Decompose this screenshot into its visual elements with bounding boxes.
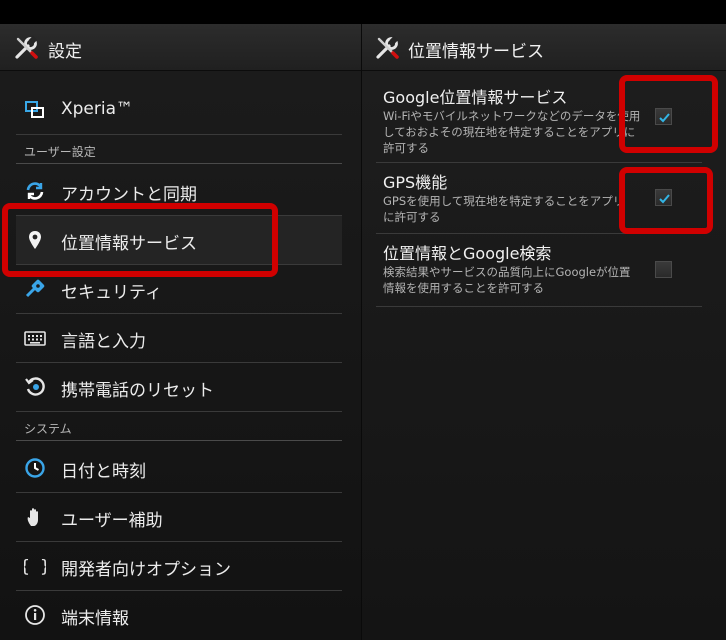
settings-item-label: 日付と時刻 (61, 462, 146, 482)
status-bar (0, 0, 726, 24)
section-divider (16, 440, 342, 441)
svg-text:{ }: { } (24, 557, 46, 577)
settings-item-phone-reset[interactable]: 携帯電話のリセット (16, 363, 342, 412)
info-icon (24, 604, 46, 626)
annotation-highlight-box (619, 75, 718, 153)
pref-title: 位置情報とGoogle検索 (383, 244, 552, 263)
braces-icon: { } (20, 555, 51, 577)
hand-icon (24, 506, 46, 528)
settings-item-label: アカウントと同期 (61, 185, 197, 205)
settings-item-label: 携帯電話のリセット (61, 381, 214, 401)
pref-summary: 検索結果やサービスの品質向上にGoogleが位置情報を使用することを許可する (383, 265, 631, 295)
pref-summary: GPSを使用して現在地を特定することをアプリに許可する (383, 194, 625, 224)
settings-list-pane: 設定 Xperia™ ユーザー設定 アカウントと同期 位置情報サービス セキュリ… (0, 24, 362, 640)
annotation-highlight-box (619, 167, 713, 234)
clock-icon (24, 457, 46, 479)
settings-item-about-phone[interactable]: 端末情報 (16, 591, 342, 639)
wrench-icon[interactable] (374, 35, 400, 61)
settings-item-xperia[interactable]: Xperia™ (16, 86, 342, 135)
section-divider (16, 163, 342, 164)
location-services-title: 位置情報サービス (408, 42, 544, 62)
pref-title: GPS機能 (383, 173, 448, 192)
section-header-user-settings: ユーザー設定 (24, 145, 96, 159)
reset-icon (24, 376, 46, 398)
annotation-highlight-box (2, 203, 278, 277)
settings-item-label: 端末情報 (61, 609, 129, 629)
settings-screen: 設定 Xperia™ ユーザー設定 アカウントと同期 位置情報サービス セキュリ… (0, 0, 726, 640)
keyboard-icon (24, 327, 46, 349)
settings-item-developer-options[interactable]: { } 開発者向けオプション (16, 542, 342, 591)
pref-summary: Wi-Fiやモバイルネットワークなどのデータを使用しておおよその現在地を特定する… (383, 109, 641, 155)
location-action-bar: 位置情報サービス (362, 24, 726, 71)
settings-item-date-time[interactable]: 日付と時刻 (16, 444, 342, 493)
settings-item-label: 開発者向けオプション (61, 560, 231, 580)
settings-item-label: Xperia™ (61, 99, 134, 119)
settings-title: 設定 (48, 42, 82, 62)
settings-item-label: ユーザー補助 (61, 511, 163, 531)
settings-item-accessibility[interactable]: ユーザー補助 (16, 493, 342, 542)
security-icon (24, 278, 46, 300)
wrench-icon[interactable] (13, 35, 39, 61)
pref-location-google-search[interactable]: 位置情報とGoogle検索 検索結果やサービスの品質向上にGoogleが位置情報… (376, 234, 702, 307)
location-services-pane: 位置情報サービス Google位置情報サービス Wi-Fiやモバイルネットワーク… (362, 24, 726, 640)
sync-icon (24, 180, 46, 202)
pref-title: Google位置情報サービス (383, 88, 568, 107)
xperia-icon (24, 99, 46, 121)
settings-action-bar: 設定 (0, 24, 362, 71)
settings-item-label: セキュリティ (61, 283, 162, 303)
settings-item-label: 言語と入力 (61, 332, 146, 352)
location-search-checkbox[interactable] (655, 261, 672, 278)
section-header-system: システム (24, 422, 72, 436)
settings-item-language-input[interactable]: 言語と入力 (16, 314, 342, 363)
